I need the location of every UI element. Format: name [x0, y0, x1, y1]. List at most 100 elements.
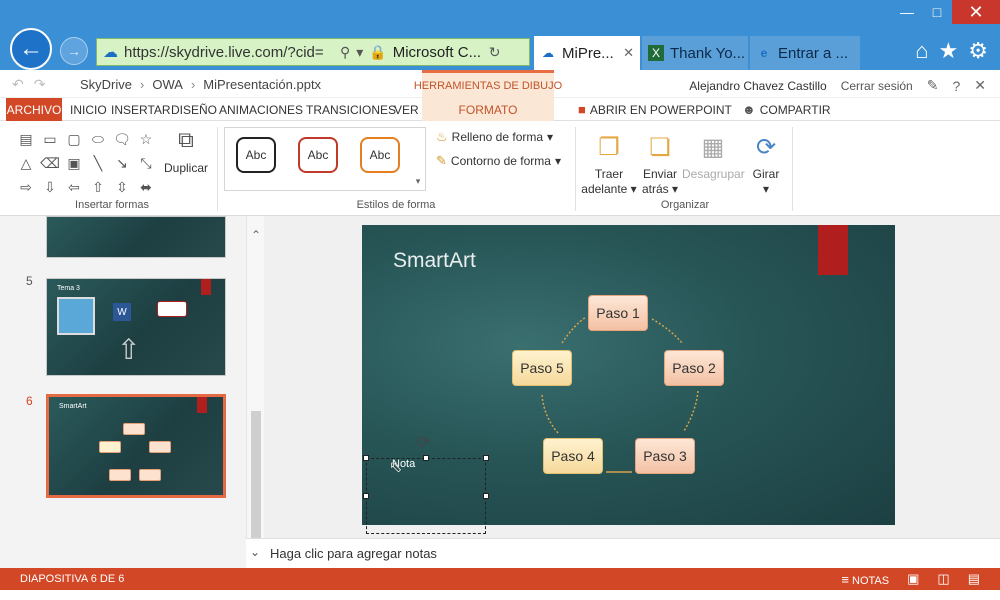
selected-textbox[interactable]: [366, 458, 486, 534]
undo-icon[interactable]: ↶: [12, 76, 24, 93]
close-window-icon[interactable]: ✕: [952, 0, 1000, 24]
address-bar[interactable]: ☁ https://skydrive.live.com/?cid= ⚲ ▾ 🔒 …: [96, 38, 530, 66]
left-arrow-shape-icon[interactable]: ⇦: [62, 175, 86, 199]
shape-fill-button[interactable]: ♨ Relleno de forma ▾: [436, 129, 553, 145]
rotate-handle-icon[interactable]: ⟳: [417, 432, 430, 452]
notes-placeholder[interactable]: Haga clic para agregar notas: [270, 546, 437, 561]
back-button[interactable]: ←: [10, 28, 52, 70]
redo-icon[interactable]: ↷: [34, 76, 46, 93]
share-button[interactable]: ☻ COMPARTIR: [742, 98, 831, 121]
tab-inicio[interactable]: INICIO: [70, 98, 107, 121]
style-swatch-black[interactable]: Abc: [236, 137, 276, 173]
dropdown-icon: ▾: [630, 182, 637, 196]
maximize-icon[interactable]: □: [922, 0, 952, 24]
double-arrow-line-shape-icon[interactable]: ⤡: [134, 151, 158, 175]
down-arrow-shape-icon[interactable]: ⇩: [38, 175, 62, 199]
settings-gear-icon[interactable]: ⚙: [968, 38, 988, 64]
open-in-powerpoint-button[interactable]: ■ ABRIR EN POWERPOINT: [578, 98, 732, 121]
home-icon[interactable]: ⌂: [915, 38, 928, 64]
style-swatch-orange[interactable]: Abc: [360, 137, 400, 173]
search-icon[interactable]: ⚲: [340, 44, 350, 61]
cylinder-shape-icon[interactable]: ⌫: [38, 151, 62, 175]
style-swatch-red[interactable]: Abc: [298, 137, 338, 173]
slide-thumbnail-4[interactable]: [46, 216, 226, 258]
smartart-step-1[interactable]: Paso 1: [588, 295, 648, 331]
tab-animaciones[interactable]: ANIMACIONES: [219, 98, 303, 121]
cube-shape-icon[interactable]: ▣: [62, 151, 86, 175]
thumb-red-accent: [197, 397, 207, 413]
resize-handle[interactable]: [363, 455, 369, 461]
notes-toggle-button[interactable]: ≡ NOTAS: [841, 572, 889, 587]
duplicate-button[interactable]: ⧉ Duplicar: [160, 127, 212, 175]
resize-handle[interactable]: [483, 455, 489, 461]
up-arrow-icon: ⇧: [117, 334, 141, 365]
bring-forward-button[interactable]: ❐ Traer adelante ▾: [580, 127, 638, 197]
callout-shape-icon[interactable]: 🗨: [110, 127, 134, 151]
feedback-icon[interactable]: ✎: [927, 77, 939, 94]
status-right-controls: ≡ NOTAS ▣ ◫ ▤: [841, 571, 980, 587]
resize-handle[interactable]: [363, 493, 369, 499]
browser-tab-thank-you[interactable]: X Thank Yo...: [642, 36, 748, 70]
tab-archivo[interactable]: ARCHIVO: [6, 98, 62, 121]
close-tab-icon[interactable]: ✕: [623, 45, 634, 61]
scroll-up-icon[interactable]: ⌃: [247, 228, 265, 242]
slide-thumbnail-5[interactable]: Tema 3 W ⇧: [46, 278, 226, 376]
duplicate-label: Duplicar: [163, 161, 208, 175]
tab-formato[interactable]: FORMATO: [422, 98, 554, 121]
arrow-line-shape-icon[interactable]: ↘: [110, 151, 134, 175]
line-shape-icon[interactable]: ╲: [86, 151, 110, 175]
tab-diseno[interactable]: DISEÑO: [171, 98, 217, 121]
star-shape-icon[interactable]: ☆: [134, 127, 158, 151]
breadcrumb-skydrive[interactable]: SkyDrive: [80, 77, 132, 92]
dropdown-icon[interactable]: ▾: [356, 44, 363, 61]
help-icon[interactable]: ?: [952, 78, 960, 94]
url-text[interactable]: https://skydrive.live.com/?cid=: [124, 44, 334, 61]
slide-thumbnail-6-selected[interactable]: SmartArt: [46, 394, 226, 498]
rounded-rectangle-shape-icon[interactable]: ▢: [62, 127, 86, 151]
gallery-more-icon[interactable]: ▾: [410, 127, 426, 191]
smartart-step-4[interactable]: Paso 4: [543, 438, 603, 474]
favorites-star-icon[interactable]: ★: [939, 38, 959, 64]
send-backward-button[interactable]: ❏ Enviar atrás ▾: [638, 127, 682, 197]
open-in-powerpoint-label: ABRIR EN POWERPOINT: [589, 102, 732, 117]
refresh-icon[interactable]: ↻: [489, 44, 501, 61]
user-name[interactable]: Alejandro Chavez Castillo: [689, 79, 826, 93]
right-arrow-shape-icon[interactable]: ⇨: [14, 175, 38, 199]
rectangle-shape-icon[interactable]: ▭: [38, 127, 62, 151]
slide-sorter-icon[interactable]: ◫: [937, 571, 949, 587]
text-box-shape-icon[interactable]: ▤: [14, 127, 38, 151]
browser-tab-entrar[interactable]: e Entrar a ...: [750, 36, 860, 70]
shape-outline-button[interactable]: ✎ Contorno de forma ▾: [436, 153, 561, 169]
tab-ver[interactable]: VER: [394, 98, 419, 121]
group-label-shape-styles: Estilos de forma: [356, 199, 436, 211]
normal-view-icon[interactable]: ▣: [907, 571, 919, 587]
thumbnails-scrollbar[interactable]: ⌃: [246, 216, 264, 552]
ungroup-button[interactable]: ▦ Desagrupar: [682, 127, 745, 182]
breadcrumb-owa[interactable]: OWA: [152, 77, 183, 92]
browser-tab-mipresentacion[interactable]: ☁ MiPre... ✕: [534, 36, 640, 70]
signout-link[interactable]: Cerrar sesión: [841, 79, 913, 93]
tab-transiciones[interactable]: TRANSICIONES: [306, 98, 396, 121]
forward-button[interactable]: →: [60, 37, 88, 65]
up-down-arrow-shape-icon[interactable]: ⇳: [110, 175, 134, 199]
tab-insertar[interactable]: INSERTAR: [111, 98, 171, 121]
thumb5-title: Tema 3: [57, 285, 80, 292]
resize-handle[interactable]: [423, 455, 429, 461]
site-identity[interactable]: Microsoft C...: [393, 44, 483, 61]
left-right-arrow-shape-icon[interactable]: ⬌: [134, 175, 158, 199]
resize-handle[interactable]: [483, 493, 489, 499]
slideshow-icon[interactable]: ▤: [968, 571, 980, 587]
triangle-shape-icon[interactable]: △: [14, 151, 38, 175]
smartart-step-3[interactable]: Paso 3: [635, 438, 695, 474]
breadcrumb-file: MiPresentación.pptx: [203, 77, 322, 92]
minimize-icon[interactable]: —: [892, 0, 922, 24]
oval-shape-icon[interactable]: ⬭: [86, 127, 110, 151]
smartart-step-5[interactable]: Paso 5: [512, 350, 572, 386]
scrollbar-thumb[interactable]: [251, 411, 261, 539]
up-arrow-shape-icon[interactable]: ⇧: [86, 175, 110, 199]
rotate-button[interactable]: ⟳ Girar ▾: [746, 127, 786, 197]
close-icon[interactable]: ✕: [974, 77, 986, 94]
smartart-step-2[interactable]: Paso 2: [664, 350, 724, 386]
chevron-down-icon[interactable]: ⌄: [250, 545, 260, 559]
notes-pane[interactable]: ⌄ Haga clic para agregar notas: [246, 538, 1000, 568]
